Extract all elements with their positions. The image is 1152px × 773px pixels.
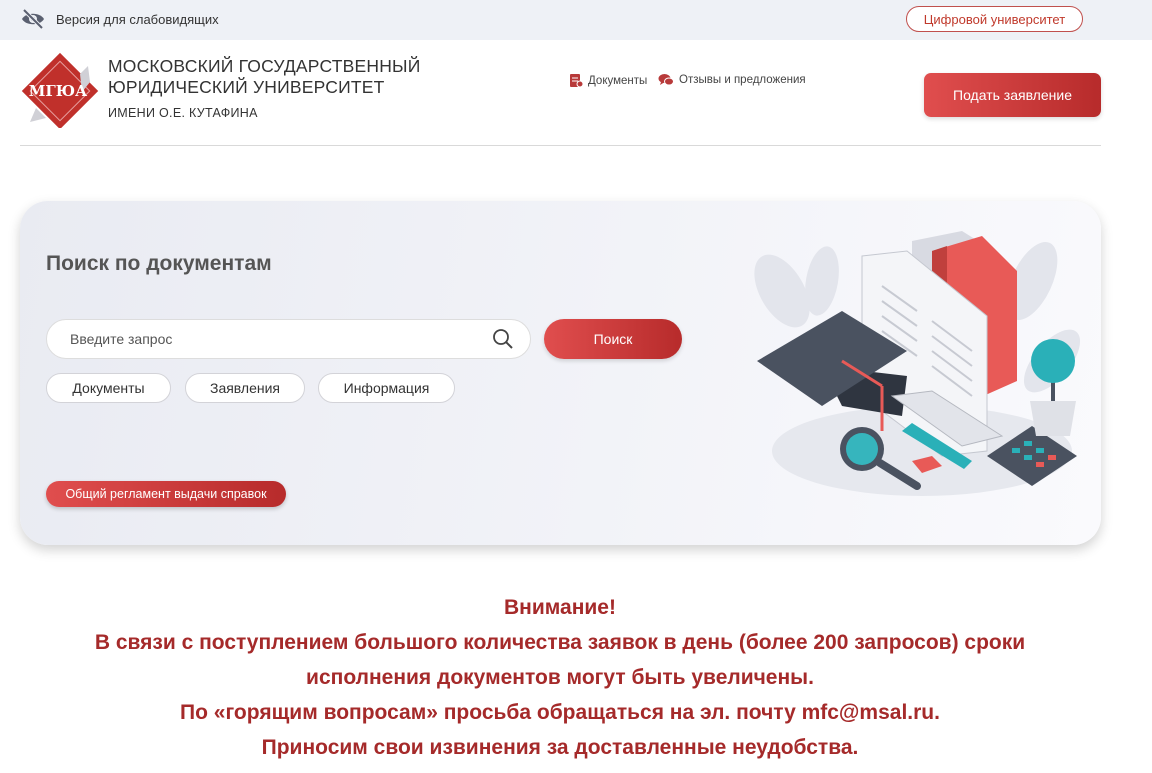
filter-documents[interactable]: Документы: [46, 373, 171, 403]
university-name-line3: ИМЕНИ О.Е. КУТАФИНА: [108, 106, 258, 120]
magnifier-icon[interactable]: [492, 328, 514, 350]
nav-documents-link[interactable]: Документы: [569, 73, 647, 88]
search-button[interactable]: Поиск: [544, 319, 682, 359]
university-name-line2: ЮРИДИЧЕСКИЙ УНИВЕРСИТЕТ: [108, 77, 385, 97]
nav-reviews-link[interactable]: Отзывы и предложения: [658, 73, 806, 87]
header-divider: [20, 145, 1101, 146]
notice-line: исполнения документов могут быть увеличе…: [306, 666, 814, 689]
notice-line: Приносим свои извинения за доставленные …: [261, 736, 859, 759]
low-vision-version-link[interactable]: Версия для слабовидящих: [20, 8, 219, 30]
chat-bubbles-icon: [658, 74, 674, 86]
education-illustration: [754, 231, 1081, 496]
low-vision-label: Версия для слабовидящих: [56, 11, 219, 27]
notice-line: В связи с поступлением большого количест…: [94, 631, 1026, 654]
search-card-title: Поиск по документам: [46, 252, 272, 275]
search-input[interactable]: [47, 320, 487, 358]
notice-line: Внимание!: [504, 596, 616, 619]
accessibility-topbar: Версия для слабовидящих Цифровой универс…: [0, 0, 1152, 40]
filter-applications[interactable]: Заявления: [185, 373, 305, 403]
attention-notice: Внимание! В связи с поступлением большог…: [0, 590, 1120, 765]
search-box: [46, 319, 531, 359]
document-search-card: Поиск по документам Поиск Документы Заяв…: [20, 201, 1101, 545]
notice-line: По «горящим вопросам» просьба обращаться…: [180, 701, 940, 724]
svg-text:МГЮА: МГЮА: [29, 82, 88, 100]
filter-information[interactable]: Информация: [318, 373, 455, 403]
university-logo[interactable]: МГЮА: [20, 52, 100, 130]
document-icon: [570, 74, 583, 88]
eye-crossed-icon: [22, 8, 44, 30]
nav-documents-label: Документы: [588, 74, 648, 87]
certificate-regulation-button[interactable]: Общий регламент выдачи справок: [46, 481, 286, 507]
digital-university-button[interactable]: Цифровой университет: [906, 6, 1083, 32]
university-name-line1: МОСКОВСКИЙ ГОСУДАРСТВЕННЫЙ: [108, 56, 421, 76]
nav-reviews-label: Отзывы и предложения: [679, 74, 806, 86]
submit-application-button[interactable]: Подать заявление: [924, 73, 1101, 117]
